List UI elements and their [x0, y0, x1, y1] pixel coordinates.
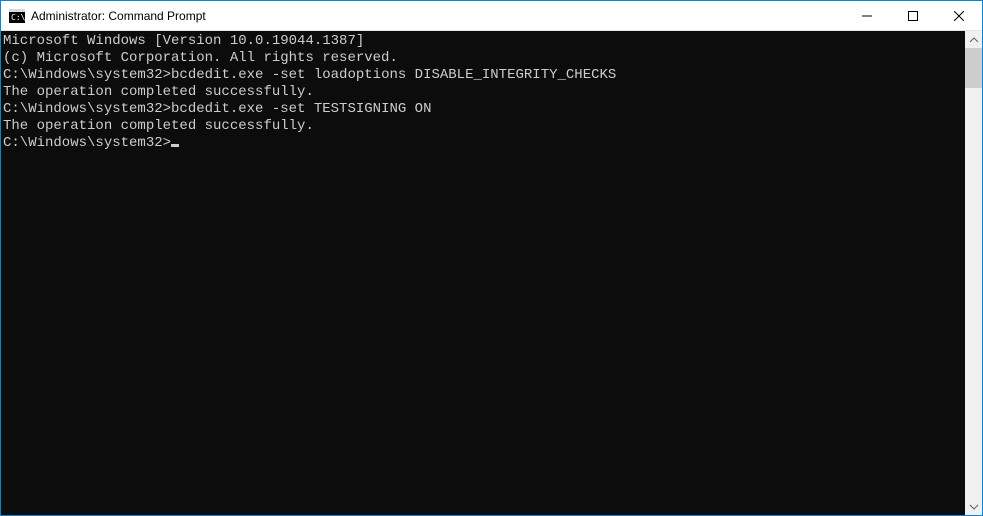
- console-line: (c) Microsoft Corporation. All rights re…: [3, 50, 963, 67]
- prompt-path: C:\Windows\system32>: [3, 67, 171, 83]
- scroll-up-button[interactable]: [965, 31, 982, 48]
- close-button[interactable]: [936, 1, 982, 30]
- cmd-icon: C:\: [9, 8, 25, 24]
- text-cursor: [171, 144, 179, 147]
- window-title: Administrator: Command Prompt: [31, 9, 206, 23]
- prompt-path: C:\Windows\system32>: [3, 135, 171, 151]
- console-line: The operation completed successfully.: [3, 118, 963, 135]
- scroll-down-button[interactable]: [965, 498, 982, 515]
- console-line: C:\Windows\system32>bcdedit.exe -set TES…: [3, 101, 963, 118]
- console-line: Microsoft Windows [Version 10.0.19044.13…: [3, 33, 963, 50]
- maximize-button[interactable]: [890, 1, 936, 30]
- window-controls: [844, 1, 982, 30]
- vertical-scrollbar[interactable]: [965, 31, 982, 515]
- client-area: Microsoft Windows [Version 10.0.19044.13…: [1, 31, 982, 515]
- command-text: bcdedit.exe -set loadoptions DISABLE_INT…: [171, 67, 616, 83]
- console-line: The operation completed successfully.: [3, 84, 963, 101]
- scroll-thumb[interactable]: [965, 48, 982, 88]
- console-output[interactable]: Microsoft Windows [Version 10.0.19044.13…: [1, 31, 965, 515]
- console-line: C:\Windows\system32>bcdedit.exe -set loa…: [3, 67, 963, 84]
- svg-text:C:\: C:\: [11, 13, 25, 22]
- scroll-track[interactable]: [965, 48, 982, 498]
- minimize-button[interactable]: [844, 1, 890, 30]
- command-text: bcdedit.exe -set TESTSIGNING ON: [171, 101, 431, 117]
- prompt-path: C:\Windows\system32>: [3, 101, 171, 117]
- window-frame: C:\ Administrator: Command Prompt Micros…: [0, 0, 983, 516]
- console-line: C:\Windows\system32>: [3, 135, 963, 152]
- title-bar[interactable]: C:\ Administrator: Command Prompt: [1, 1, 982, 31]
